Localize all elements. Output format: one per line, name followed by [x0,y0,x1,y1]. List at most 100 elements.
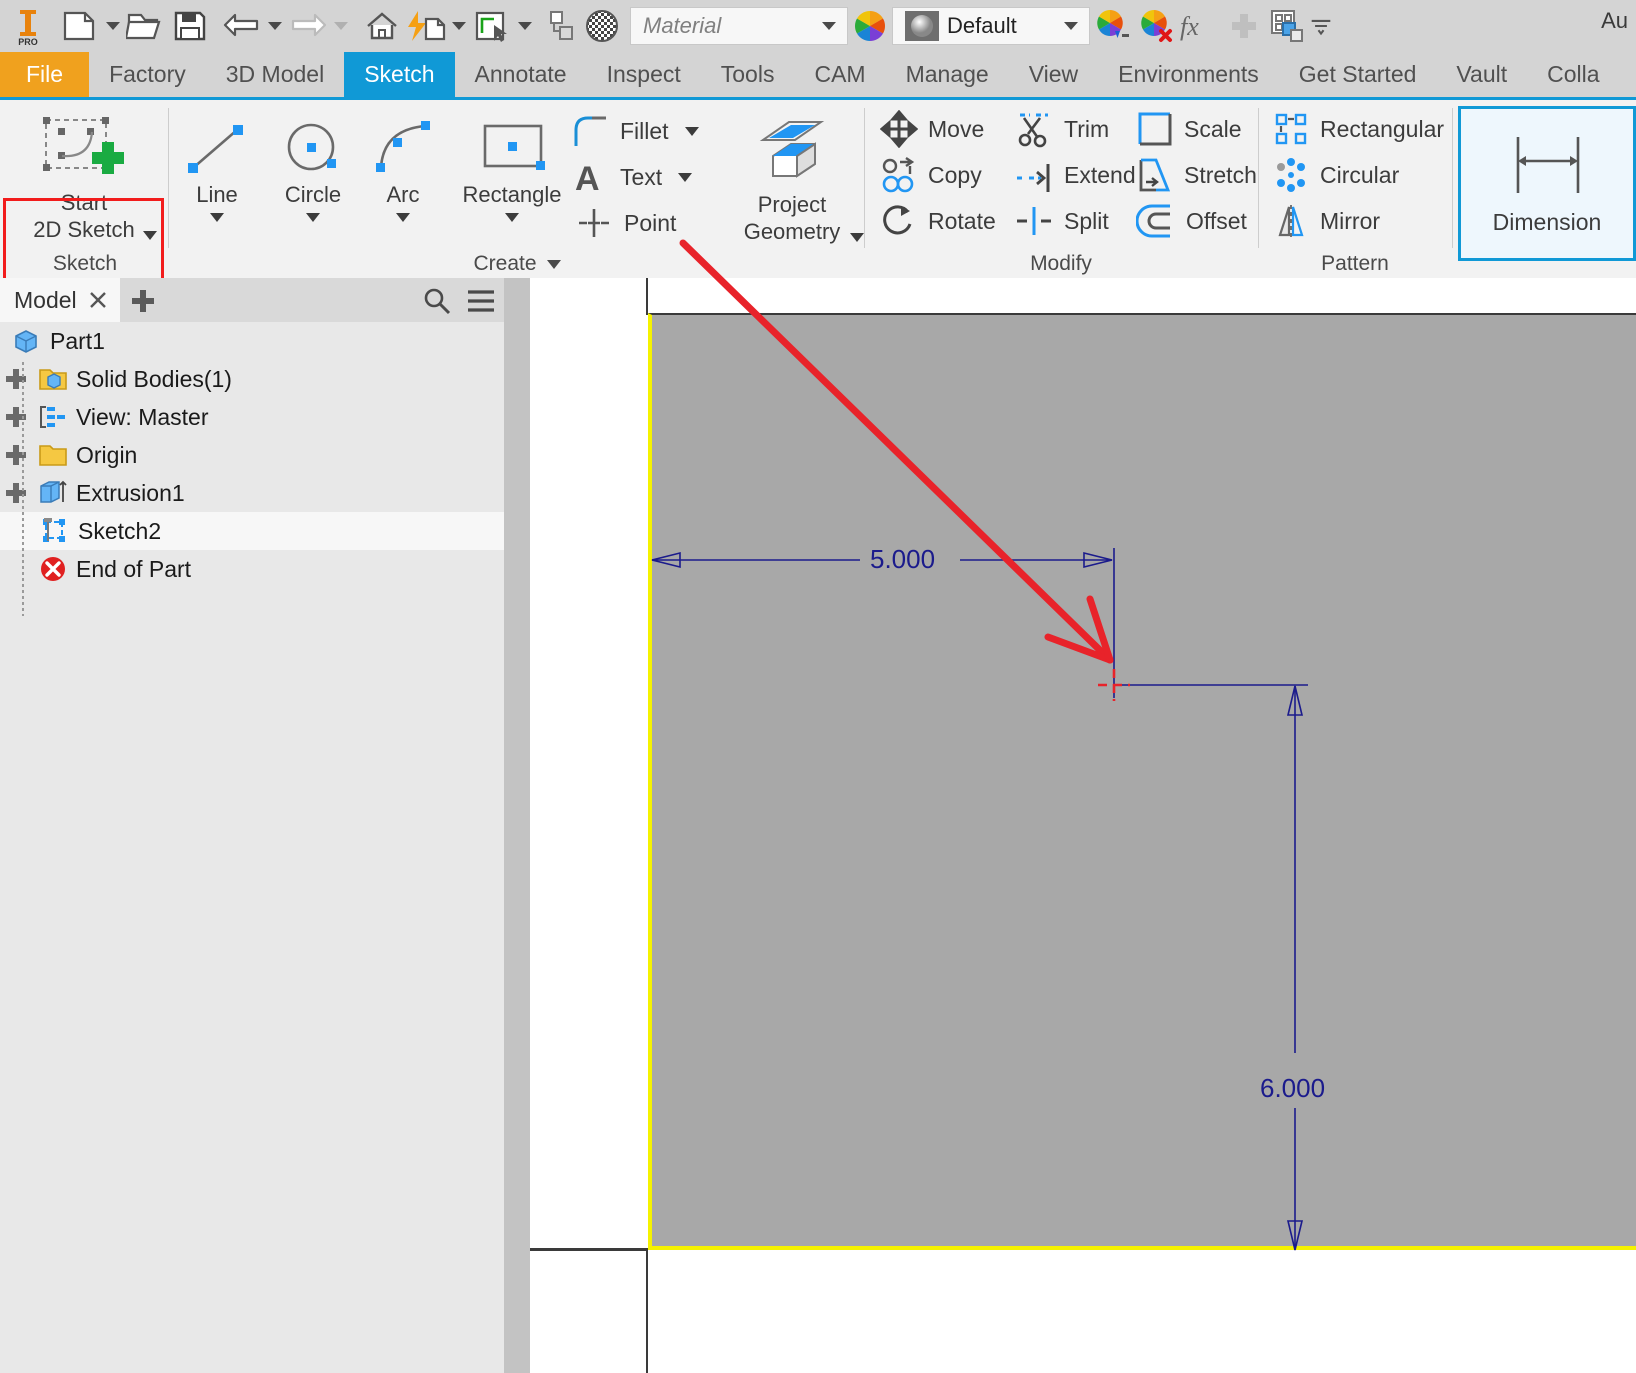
tab-view[interactable]: View [1009,52,1098,97]
project-geometry-label-line1: Project [758,192,826,217]
vertical-dimension-label[interactable]: 6.000 [1260,1073,1325,1104]
circle-icon [277,116,349,182]
select-dropdown[interactable] [514,4,536,48]
trim-button[interactable]: Trim [1014,110,1109,148]
point-button[interactable]: Point [574,204,676,242]
material-combo-caret[interactable] [815,22,843,30]
dimension-icon [1496,131,1598,203]
dimension-button[interactable]: Dimension [1458,106,1636,261]
split-button[interactable]: Split [1014,202,1109,240]
browser-tab-model[interactable]: Model [0,278,120,322]
parameters-fx-icon[interactable]: fx [1178,4,1222,48]
tab-factory[interactable]: Factory [89,52,206,97]
browser-search-button[interactable] [418,283,456,319]
color-wheel-icon[interactable] [848,4,892,48]
line-dropdown[interactable] [210,213,224,222]
ribbon-panel-sketch: Start 2D Sketch Sketch [4,100,166,278]
graphics-canvas[interactable]: 5.000 6.000 [530,278,1636,1373]
tree-item-extrusion1[interactable]: Extrusion1 [0,474,504,512]
tree-item-part1[interactable]: Part1 [0,322,504,360]
project-geometry-dropdown[interactable] [850,222,864,249]
text-dropdown[interactable] [678,173,692,182]
appearance-sphere-icon[interactable] [580,4,624,48]
circle-button[interactable]: Circle [266,116,360,222]
plus-icon [129,287,157,315]
text-button[interactable]: A Text [570,158,692,196]
browser-menu-button[interactable] [462,283,500,319]
update-dropdown[interactable] [448,4,470,48]
circle-dropdown[interactable] [306,213,320,222]
tab-collaborate[interactable]: Colla [1527,52,1619,97]
tab-tools[interactable]: Tools [701,52,795,97]
select-icon[interactable] [470,4,514,48]
project-geometry-button[interactable]: Project Geometry [718,114,866,246]
new-file-dropdown[interactable] [102,4,124,48]
tab-cam[interactable]: CAM [794,52,885,97]
tab-annotate[interactable]: Annotate [455,52,587,97]
rectangle-dropdown[interactable] [505,213,519,222]
plus-icon[interactable] [1222,4,1266,48]
update-icon[interactable] [404,4,448,48]
tree-item-view-master[interactable]: View: Master [0,398,504,436]
circular-pattern-button[interactable]: Circular [1272,156,1399,194]
appearance-combo[interactable]: Default [892,7,1090,45]
start-2d-sketch-dropdown[interactable] [143,220,157,247]
save-icon[interactable] [168,4,212,48]
fillet-dropdown[interactable] [685,127,699,136]
sketch-icon [38,516,70,546]
extend-button[interactable]: Extend [1014,156,1136,194]
browser-canvas-splitter[interactable] [504,278,530,1373]
offset-button[interactable]: Offset [1136,202,1247,240]
open-file-icon[interactable] [124,4,168,48]
content-center-icon[interactable] [1266,4,1310,48]
arc-label: Arc [387,182,420,209]
tab-manage[interactable]: Manage [886,52,1009,97]
tab-inspect[interactable]: Inspect [587,52,701,97]
scale-label: Scale [1184,116,1242,143]
line-button[interactable]: Line [176,116,258,222]
adjust-appearance-icon[interactable] [1090,4,1134,48]
fillet-label: Fillet [620,118,669,145]
tab-get-started[interactable]: Get Started [1279,52,1437,97]
undo-dropdown[interactable] [264,4,286,48]
start-2d-sketch-button[interactable]: Start 2D Sketch [4,114,164,244]
home-icon[interactable] [360,4,404,48]
arc-dropdown[interactable] [396,213,410,222]
tree-item-end-of-part[interactable]: End of Part [0,550,504,588]
more-commands-icon[interactable] [1310,4,1332,48]
rotate-button[interactable]: Rotate [880,202,996,240]
extend-icon [1014,156,1054,194]
tree-item-solid-bodies[interactable]: Solid Bodies(1) [0,360,504,398]
part-cube-icon [12,327,40,355]
mirror-button[interactable]: Mirror [1272,202,1380,240]
tab-sketch[interactable]: Sketch [344,52,454,97]
rectangle-button[interactable]: Rectangle [442,116,582,222]
rectangular-pattern-button[interactable]: Rectangular [1272,110,1444,148]
arc-button[interactable]: Arc [366,116,440,222]
undo-icon[interactable] [220,4,264,48]
create-panel-dropdown[interactable] [547,260,561,269]
appearance-combo-caret[interactable] [1057,22,1085,30]
stretch-button[interactable]: Stretch [1136,156,1257,194]
tab-environments[interactable]: Environments [1098,52,1279,97]
horizontal-dimension-label[interactable]: 5.000 [870,544,935,575]
move-button[interactable]: Move [880,110,984,148]
tree-item-origin[interactable]: Origin [0,436,504,474]
fillet-button[interactable]: Fillet [570,112,699,150]
tree-item-sketch2[interactable]: Sketch2 [0,512,504,550]
quick-access-toolbar: PRO [0,0,1636,52]
clear-appearance-icon[interactable] [1134,4,1178,48]
close-icon[interactable] [87,289,109,311]
material-combo[interactable]: Material [630,7,848,45]
copy-button[interactable]: Copy [880,156,982,194]
project-geometry-label-line2: Geometry [744,219,841,244]
tab-file[interactable]: File [0,52,89,97]
browser-add-tab-button[interactable] [126,284,160,318]
inventor-logo-icon[interactable]: PRO [6,4,50,48]
tab-3d-model[interactable]: 3D Model [206,52,344,97]
ribbon-tab-bar: File Factory 3D Model Sketch Annotate In… [0,52,1636,97]
tab-vault[interactable]: Vault [1436,52,1527,97]
return-icon[interactable] [536,4,580,48]
new-file-icon[interactable] [58,4,102,48]
scale-button[interactable]: Scale [1136,110,1242,148]
